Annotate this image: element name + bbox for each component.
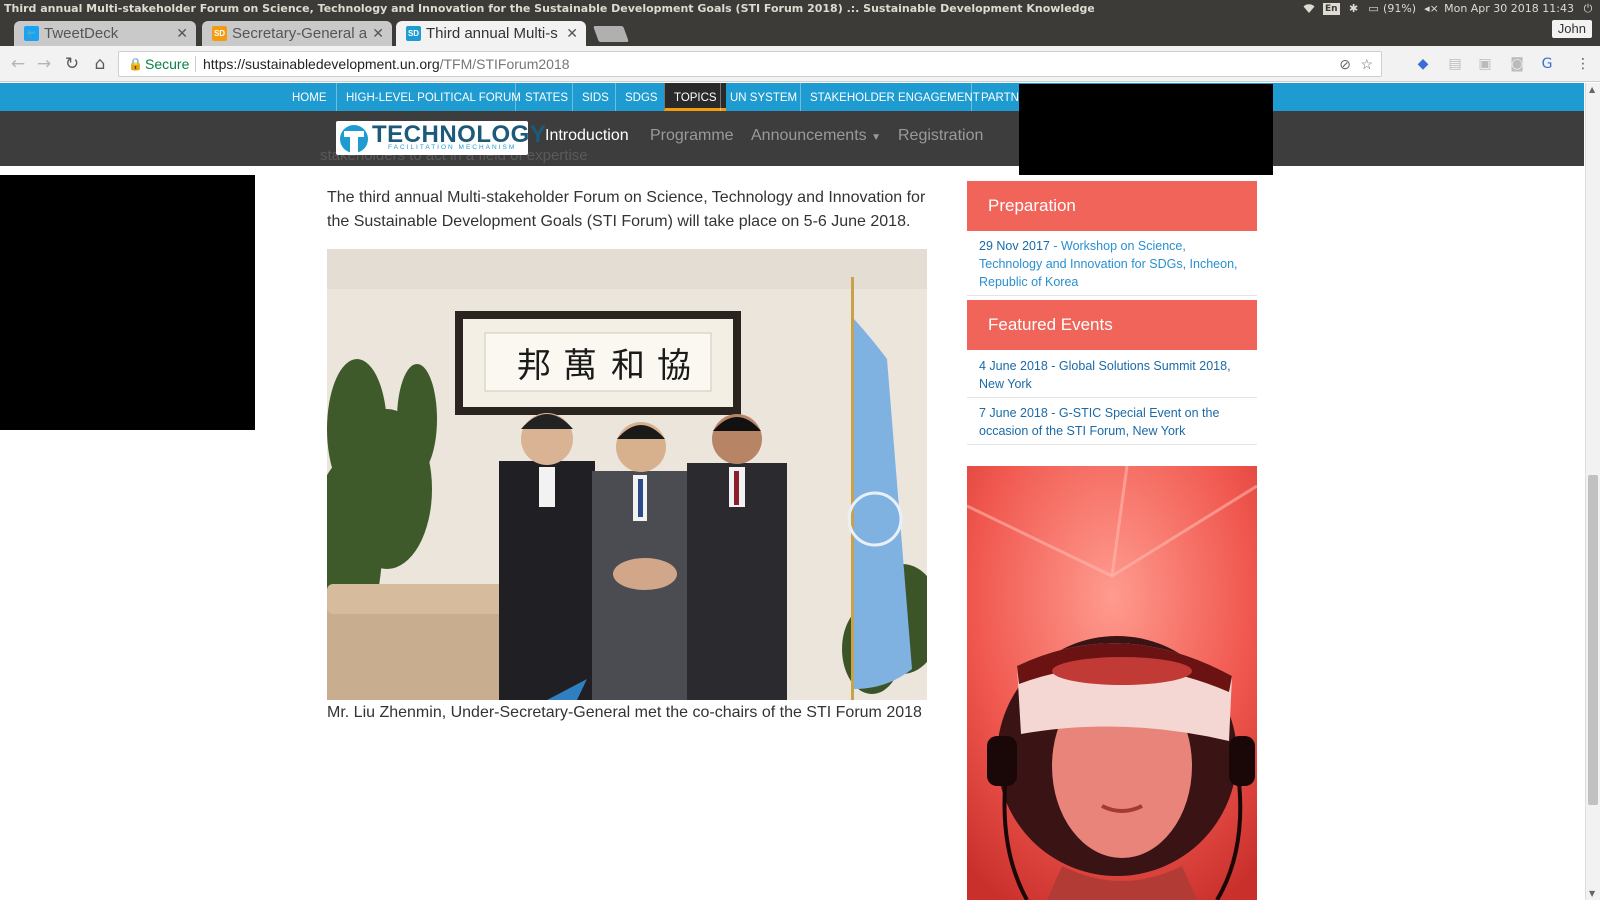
extension-icon[interactable]: ◆	[1414, 55, 1432, 73]
home-icon[interactable]: ⌂	[88, 52, 112, 76]
back-icon[interactable]: ←	[6, 52, 30, 76]
redacted-block	[0, 175, 255, 430]
window-title: Third annual Multi-stakeholder Forum on …	[4, 2, 1094, 15]
battery-percent: (91%)	[1383, 2, 1417, 15]
tfm-sub-nav: stakeholders to act in a field of expert…	[0, 111, 1584, 166]
photo-caption: Mr. Liu Zhenmin, Under-Secretary-General…	[327, 704, 922, 721]
nav-sids[interactable]: SIDS	[572, 83, 618, 111]
lock-icon: 🔒	[128, 57, 143, 71]
scrollbar-thumb[interactable]	[1588, 475, 1598, 805]
bluetooth-icon[interactable]: ✱	[1348, 3, 1360, 15]
featured-event-item[interactable]: 7 June 2018 - G-STIC Special Event on th…	[967, 400, 1257, 445]
tab-label: TweetDeck	[44, 25, 119, 42]
subnav-programme[interactable]: Programme	[650, 127, 734, 145]
settings-icon[interactable]: ⏻	[1582, 3, 1594, 15]
item-date: 29 Nov 2017	[979, 239, 1050, 253]
keyboard-layout[interactable]: En	[1322, 3, 1340, 15]
vr-headset-image[interactable]	[967, 466, 1257, 900]
subnav-registration[interactable]: Registration	[898, 127, 983, 145]
profile-name[interactable]: John	[1551, 20, 1592, 38]
featured-events-heading: Featured Events	[967, 300, 1257, 350]
logo-subtext: FACILITATION MECHANISM	[388, 144, 517, 151]
scroll-up-icon[interactable]: ▲	[1589, 85, 1595, 94]
camera-icon[interactable]: ◙	[1508, 55, 1526, 73]
caret-down-icon: ▼	[871, 132, 881, 143]
sd-icon: SD	[212, 26, 227, 41]
volume-icon[interactable]: ◂×	[1424, 3, 1439, 15]
reload-icon[interactable]: ↻	[60, 52, 84, 76]
nav-stakeholder-engagement[interactable]: STAKEHOLDER ENGAGEMENT	[800, 83, 989, 111]
svg-text:協: 協	[657, 346, 691, 386]
tab-label: Third annual Multi-s	[426, 25, 558, 42]
google-translate-icon[interactable]: G	[1538, 55, 1556, 73]
close-icon[interactable]: ✕	[372, 21, 384, 46]
subnav-introduction[interactable]: Introduction	[545, 127, 629, 145]
menu-icon[interactable]: ⋮	[1574, 55, 1592, 73]
puzzle-icon[interactable]: ▣	[1476, 55, 1494, 73]
security-label: Secure	[145, 56, 190, 72]
nav-hlpf[interactable]: HIGH-LEVEL POLITICAL FORUM	[336, 83, 530, 111]
svg-text:和: 和	[611, 346, 645, 386]
url-text[interactable]: https://sustainabledevelopment.un.org/TF…	[203, 52, 570, 76]
divider	[195, 56, 196, 72]
subnav-announcements[interactable]: Announcements ▼	[751, 127, 881, 145]
forward-icon[interactable]: →	[32, 52, 56, 76]
sd-icon: SD	[406, 26, 421, 41]
intro-paragraph: The third annual Multi-stakeholder Forum…	[327, 189, 926, 230]
tab-third-annual[interactable]: SD Third annual Multi-s ✕	[396, 21, 586, 46]
nav-home[interactable]: HOME	[283, 83, 336, 111]
page-scrollbar[interactable]: ▲ ▼	[1585, 83, 1600, 900]
twitter-icon: 🐦	[24, 26, 39, 41]
scroll-down-icon[interactable]: ▼	[1589, 889, 1595, 898]
tfm-logo-icon	[340, 125, 368, 153]
svg-text:邦: 邦	[517, 346, 551, 386]
tab-secretary-general[interactable]: SD Secretary-General a ✕	[202, 21, 392, 46]
tab-tweetdeck[interactable]: 🐦 TweetDeck ✕	[14, 21, 196, 46]
meeting-photo: 邦 萬 和 協	[327, 249, 927, 700]
new-tab-button[interactable]	[593, 26, 629, 42]
close-icon[interactable]: ✕	[176, 21, 188, 46]
system-tray: En ✱ ▭ (91%) ◂× Mon Apr 30 2018 11:43 ⏻	[1303, 0, 1594, 18]
technology-facilitation-logo[interactable]: TECHNOLOGY FACILITATION MECHANISM	[336, 121, 546, 155]
translate-blocked-icon[interactable]: ⊘	[1339, 52, 1351, 76]
preparation-item[interactable]: 29 Nov 2017 - Workshop on Science, Techn…	[967, 233, 1257, 296]
wifi-icon[interactable]	[1303, 3, 1315, 15]
preparation-heading: Preparation	[967, 181, 1257, 231]
rss-icon[interactable]: ▤	[1446, 55, 1464, 73]
nav-states[interactable]: STATES	[515, 83, 577, 111]
tab-label: Secretary-General a	[232, 25, 368, 42]
redacted-block	[1019, 84, 1273, 175]
battery-indicator[interactable]: ▭ (91%)	[1368, 0, 1417, 18]
site-main-nav: HOME HIGH-LEVEL POLITICAL FORUM STATES S…	[0, 83, 1584, 111]
address-bar[interactable]: 🔒 Secure https://sustainabledevelopment.…	[118, 51, 1382, 77]
star-icon[interactable]: ☆	[1360, 52, 1373, 76]
os-top-bar: Third annual Multi-stakeholder Forum on …	[0, 0, 1600, 18]
battery-icon: ▭	[1368, 2, 1379, 15]
featured-event-item[interactable]: 4 June 2018 - Global Solutions Summit 20…	[967, 353, 1257, 398]
nav-sdgs[interactable]: SDGS	[615, 83, 667, 111]
nav-un-system[interactable]: UN SYSTEM	[720, 83, 806, 111]
close-icon[interactable]: ✕	[566, 21, 578, 46]
clock[interactable]: Mon Apr 30 2018 11:43	[1444, 0, 1574, 18]
svg-text:萬: 萬	[563, 346, 597, 386]
browser-toolbar: ← → ↻ ⌂ 🔒 Secure https://sustainabledeve…	[0, 46, 1600, 82]
nav-topics[interactable]: TOPICS	[664, 83, 726, 111]
tab-strip: 🐦 TweetDeck ✕ SD Secretary-General a ✕ S…	[0, 18, 1600, 46]
